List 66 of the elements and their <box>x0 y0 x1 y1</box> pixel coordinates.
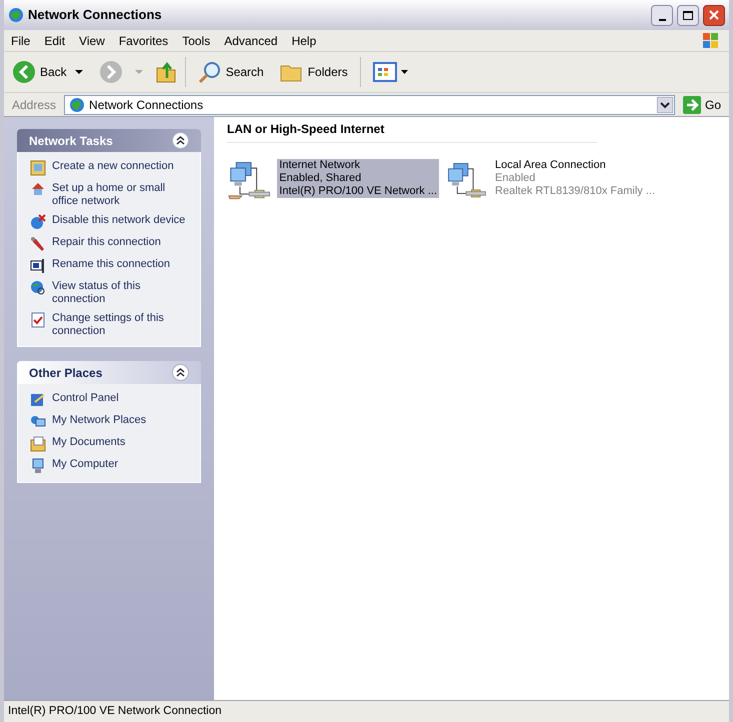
computer-icon <box>30 458 46 474</box>
task-link[interactable]: View status of this connection <box>52 280 188 306</box>
connection-status: Enabled, Shared <box>277 172 439 185</box>
task-link[interactable]: Rename this connection <box>52 258 170 271</box>
go-arrow-icon <box>682 96 701 114</box>
close-button[interactable] <box>703 4 725 26</box>
dropdown-arrow-icon[interactable] <box>74 70 83 74</box>
connection-device: Realtek RTL8139/810x Family ... <box>494 185 656 198</box>
windows-logo-icon <box>701 32 721 50</box>
caret-icon <box>400 70 408 74</box>
address-field[interactable]: Network Connections <box>64 94 675 114</box>
task-link[interactable]: My Documents <box>52 436 126 449</box>
panel-title: Other Places <box>29 364 102 382</box>
task-link[interactable]: Create a new connection <box>52 160 174 173</box>
window-icon <box>8 7 24 23</box>
connection-device: Intel(R) PRO/100 VE Network ... <box>277 185 439 198</box>
go-button[interactable]: Go <box>678 96 725 114</box>
connection-name: Internet Network <box>277 159 439 172</box>
menu-item[interactable]: Favorites <box>112 32 176 50</box>
folders-button[interactable]: Folders <box>276 61 352 83</box>
menu-item[interactable]: Help <box>284 32 324 50</box>
group-header: LAN or High-Speed Internet <box>227 120 597 143</box>
task-link[interactable]: Disable this network device <box>52 214 186 227</box>
address-globe-icon <box>69 96 86 112</box>
menu-item[interactable]: File <box>4 32 38 50</box>
rename-icon <box>30 258 46 274</box>
close-icon <box>709 10 719 20</box>
wrench-icon <box>30 236 46 252</box>
back-button[interactable]: Back <box>8 60 71 84</box>
task-link[interactable]: Control Panel <box>52 392 119 405</box>
maximize-button[interactable] <box>677 4 699 26</box>
task-link[interactable]: Repair this connection <box>52 236 161 249</box>
menu-item[interactable]: View <box>72 32 112 50</box>
search-icon <box>198 60 222 84</box>
address-label: Address <box>11 96 58 114</box>
collapse-icon[interactable] <box>172 364 189 381</box>
panel-header[interactable]: Network Tasks <box>17 129 201 152</box>
task-link[interactable]: My Computer <box>52 458 118 471</box>
task-link[interactable]: Change settings of this connection <box>52 312 188 338</box>
settings-icon <box>30 312 46 328</box>
menu-item[interactable]: Advanced <box>217 32 285 50</box>
status-icon <box>30 280 46 296</box>
status-text: Intel(R) PRO/100 VE Network Connection <box>8 704 222 719</box>
minimize-button[interactable] <box>651 4 673 26</box>
home-network-icon <box>30 182 46 198</box>
panel-header[interactable]: Other Places <box>17 361 201 384</box>
menu-item[interactable]: Edit <box>37 32 72 50</box>
folder-up-icon[interactable] <box>154 60 177 84</box>
wizard-icon <box>30 160 46 176</box>
task-link[interactable]: My Network Places <box>52 414 146 427</box>
menu-item[interactable]: Tools <box>175 32 218 50</box>
connection-item[interactable]: Local Area Connection Enabled Realtek RTL8139/810x Family ... <box>445 159 657 205</box>
connection-item[interactable]: Internet Network Enabled, Shared Intel(R) PRO/100 VE Network ... <box>227 159 439 205</box>
documents-icon <box>30 436 46 452</box>
control-panel-icon <box>30 392 46 408</box>
dropdown-arrow-icon[interactable] <box>656 96 673 112</box>
dropdown-arrow-icon <box>134 70 143 74</box>
task-link[interactable]: Set up a home or small office network <box>52 182 188 208</box>
connection-status: Enabled <box>494 172 536 185</box>
window-title: Network Connections <box>28 6 163 24</box>
panel-title: Network Tasks <box>29 132 113 150</box>
views-icon <box>372 62 397 82</box>
search-button[interactable]: Search <box>194 60 268 84</box>
disable-icon <box>30 214 46 230</box>
connection-name: Local Area Connection <box>494 159 607 172</box>
collapse-icon[interactable] <box>172 132 189 149</box>
